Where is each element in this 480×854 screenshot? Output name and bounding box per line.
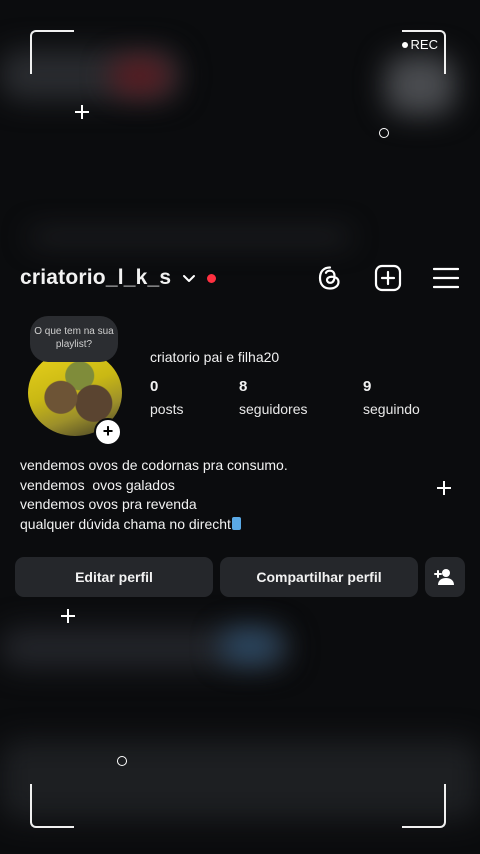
bio-line: vendemos ovos galados	[20, 476, 175, 493]
add-user-icon	[434, 569, 454, 585]
share-profile-button[interactable]: Compartilhar perfil	[220, 557, 418, 597]
profile-bio: vendemos ovos de codornas pra consumo. v…	[20, 456, 288, 534]
phone-emoji-icon	[231, 516, 241, 530]
stat-value: 8	[239, 378, 248, 395]
create-post-icon[interactable]	[374, 264, 402, 292]
crosshair-ring-icon	[117, 756, 127, 766]
stat-label: seguidores	[239, 401, 308, 417]
edit-profile-button[interactable]: Editar perfil	[15, 557, 213, 597]
rec-label: REC	[410, 37, 438, 52]
threads-icon[interactable]	[316, 264, 344, 292]
crosshair-plus-icon	[61, 609, 75, 623]
rec-indicator: REC	[401, 37, 438, 52]
notification-dot	[207, 273, 217, 283]
viewfinder-corner-top-left	[30, 30, 74, 74]
chevron-down-icon[interactable]	[181, 270, 197, 286]
viewfinder-corner-bottom-right	[402, 784, 446, 828]
profile-header: criatorio_l_k_s	[20, 258, 460, 298]
stat-followers[interactable]: 8 seguidores	[239, 378, 308, 417]
bio-line: vendemos ovos de codornas pra consumo.	[20, 457, 288, 473]
viewfinder-corner-bottom-left	[30, 784, 74, 828]
add-story-plus-icon[interactable]: +	[94, 418, 122, 446]
add-user-button[interactable]	[425, 557, 465, 597]
rec-dot-icon	[401, 41, 408, 48]
stat-posts[interactable]: 0 posts	[150, 378, 183, 417]
stat-label: seguindo	[363, 401, 420, 417]
username[interactable]: criatorio_l_k_s	[20, 266, 171, 290]
stat-value: 0	[150, 378, 159, 395]
bio-line-with-emoji: qualquer dúvida chama no direcht	[20, 515, 288, 535]
crosshair-ring-icon	[379, 128, 389, 138]
hamburger-menu-icon[interactable]	[432, 264, 460, 292]
note-bubble[interactable]: O que tem na sua playlist?	[30, 316, 118, 362]
stat-label: posts	[150, 401, 184, 417]
stat-following[interactable]: 9 seguindo	[363, 378, 420, 417]
bio-line-text: qualquer dúvida chama no direcht	[20, 515, 231, 532]
crosshair-plus-icon	[75, 105, 89, 119]
stat-value: 9	[363, 378, 372, 395]
bio-line: vendemos ovos pra revenda	[20, 496, 197, 512]
crosshair-plus-icon	[437, 481, 451, 495]
profile-full-name: criatorio pai e filha20	[150, 349, 280, 365]
